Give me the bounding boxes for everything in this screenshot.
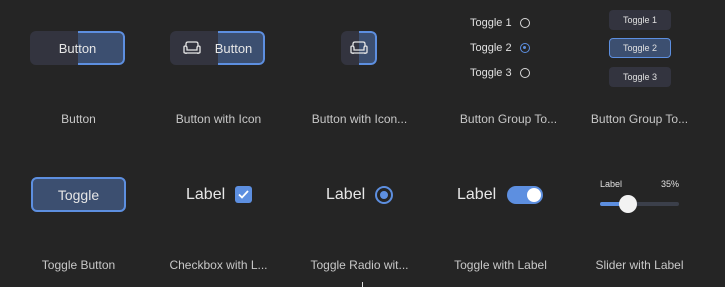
checkbox-caption: Checkbox with L... xyxy=(169,258,268,272)
switch-knob xyxy=(527,188,541,202)
radio-caption: Toggle Radio wit... xyxy=(310,258,409,272)
radio-option-label: Toggle 3 xyxy=(470,67,512,79)
button-caption: Button xyxy=(61,112,96,126)
switch-label: Label xyxy=(457,186,497,203)
button-with-icon-label: Button xyxy=(214,40,253,56)
slider-thumb[interactable] xyxy=(618,195,637,213)
group-button-1[interactable]: Toggle 1 xyxy=(609,10,671,30)
slider-track[interactable] xyxy=(600,202,679,206)
radio-option-label: Toggle 2 xyxy=(470,42,512,54)
button-group-caption: Button Group To... xyxy=(590,112,689,126)
checkbox[interactable] xyxy=(235,186,252,203)
check-icon xyxy=(238,186,249,204)
radio-indicator[interactable] xyxy=(519,68,530,78)
checkbox-label: Label xyxy=(186,186,226,203)
radio-option-label: Toggle 1 xyxy=(470,17,512,29)
radio-indicator[interactable] xyxy=(519,18,530,28)
radio-button[interactable] xyxy=(375,186,393,204)
radio-group-caption: Button Group To... xyxy=(459,112,558,126)
sofa-icon xyxy=(350,41,368,55)
button-with-icon[interactable]: Button xyxy=(170,31,265,65)
toggle-button-caption: Toggle Button xyxy=(41,258,116,272)
group-button-3[interactable]: Toggle 3 xyxy=(609,67,671,87)
slider-caption: Slider with Label xyxy=(595,258,684,272)
toggle-switch[interactable] xyxy=(507,186,543,204)
slider-label: Label xyxy=(600,179,623,189)
radio-option-1[interactable]: Toggle 1 xyxy=(470,17,530,29)
icon-only-button-caption: Button with Icon... xyxy=(311,112,408,126)
button[interactable]: Button xyxy=(30,31,125,65)
group-button-2[interactable]: Toggle 2 xyxy=(609,38,671,58)
radio-option-2[interactable]: Toggle 2 xyxy=(470,42,530,54)
toggle-button[interactable]: Toggle xyxy=(31,177,126,212)
slider-value: 35% xyxy=(661,179,680,189)
radio-option-3[interactable]: Toggle 3 xyxy=(470,67,530,79)
button-with-icon-caption: Button with Icon xyxy=(175,112,262,126)
button-label: Button xyxy=(58,40,97,56)
radio-label: Label xyxy=(326,186,366,203)
radio-indicator-selected[interactable] xyxy=(519,43,530,53)
text-cursor xyxy=(362,282,363,287)
icon-only-button[interactable] xyxy=(341,31,377,65)
switch-caption: Toggle with Label xyxy=(454,258,547,272)
sofa-icon xyxy=(183,41,201,55)
